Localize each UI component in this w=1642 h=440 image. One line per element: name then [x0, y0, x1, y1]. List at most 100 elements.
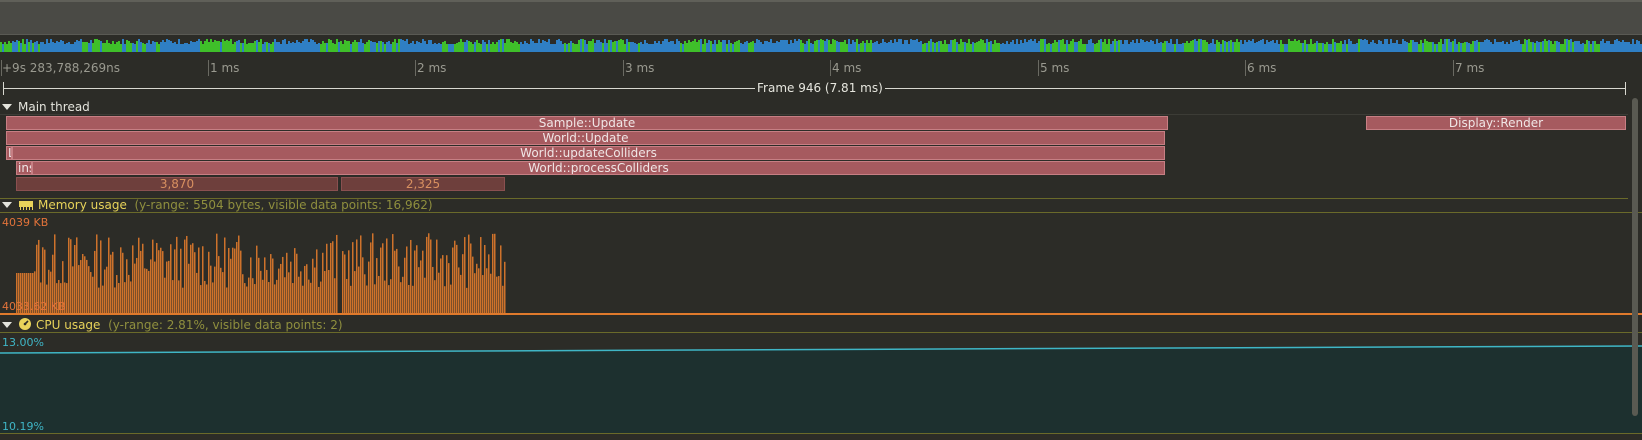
- frame-time-bar[interactable]: [424, 41, 426, 52]
- frame-time-bar[interactable]: [840, 42, 842, 52]
- frame-time-bar[interactable]: [618, 40, 620, 52]
- frame-time-bar[interactable]: [1174, 44, 1176, 52]
- frame-time-bar[interactable]: [1596, 44, 1598, 52]
- frame-time-bar[interactable]: [656, 43, 658, 52]
- frame-time-bar[interactable]: [268, 43, 270, 52]
- frame-time-bar[interactable]: [1238, 42, 1240, 52]
- frame-time-bar[interactable]: [600, 42, 602, 52]
- frame-time-bar[interactable]: [1010, 42, 1012, 52]
- frame-time-bar[interactable]: [620, 39, 622, 52]
- frame-time-bar[interactable]: [1354, 44, 1356, 52]
- frame-time-bar[interactable]: [156, 42, 158, 52]
- frame-time-bar[interactable]: [1454, 39, 1456, 52]
- frame-time-bar[interactable]: [370, 41, 372, 52]
- frame-time-bar[interactable]: [1154, 44, 1156, 52]
- frame-time-bar[interactable]: [136, 41, 138, 52]
- frame-time-bar[interactable]: [524, 41, 526, 52]
- frame-time-bar[interactable]: [862, 41, 864, 52]
- frame-time-bar[interactable]: [326, 43, 328, 52]
- frame-time-bar[interactable]: [174, 42, 176, 52]
- frame-time-bar[interactable]: [716, 44, 718, 52]
- frame-time-bar[interactable]: [976, 42, 978, 52]
- frame-time-bar[interactable]: [1406, 42, 1408, 52]
- frame-time-bar[interactable]: [1558, 42, 1560, 52]
- frame-time-bar[interactable]: [992, 44, 994, 52]
- frame-time-bar[interactable]: [856, 39, 858, 52]
- frame-time-bar[interactable]: [44, 44, 46, 52]
- frame-time-bar[interactable]: [206, 39, 208, 52]
- frame-time-bar[interactable]: [1064, 44, 1066, 52]
- frame-time-bar[interactable]: [466, 40, 468, 52]
- frame-time-bar[interactable]: [1378, 40, 1380, 52]
- frame-time-bar[interactable]: [1210, 43, 1212, 52]
- frame-time-bar[interactable]: [1286, 44, 1288, 52]
- frame-time-bar[interactable]: [1264, 44, 1266, 52]
- frame-time-bar[interactable]: [350, 44, 352, 52]
- frame-time-bar[interactable]: [664, 39, 666, 52]
- frame-time-bar[interactable]: [822, 40, 824, 52]
- frame-time-bar[interactable]: [996, 43, 998, 52]
- frame-time-bar[interactable]: [738, 40, 740, 52]
- frame-time-bar[interactable]: [1512, 42, 1514, 52]
- frame-time-bar[interactable]: [916, 39, 918, 52]
- frame-time-bar[interactable]: [574, 44, 576, 52]
- frame-time-bar[interactable]: [412, 41, 414, 52]
- frame-time-bar[interactable]: [448, 44, 450, 52]
- frame-time-bar[interactable]: [544, 41, 546, 52]
- frame-time-bar[interactable]: [1176, 39, 1178, 52]
- frame-time-bar[interactable]: [686, 43, 688, 52]
- frame-time-bar[interactable]: [1542, 41, 1544, 52]
- frame-time-bar[interactable]: [698, 40, 700, 52]
- frame-time-bar[interactable]: [1350, 41, 1352, 52]
- frame-time-bar[interactable]: [1576, 41, 1578, 52]
- frame-time-bar[interactable]: [338, 42, 340, 52]
- frame-time-bar[interactable]: [512, 43, 514, 52]
- frame-time-bar[interactable]: [800, 40, 802, 52]
- frame-time-bar[interactable]: [224, 41, 226, 52]
- frame-time-bar[interactable]: [240, 43, 242, 52]
- frame-time-bar[interactable]: [988, 42, 990, 52]
- frame-time-bar[interactable]: [518, 44, 520, 52]
- frame-time-bar[interactable]: [30, 40, 32, 52]
- frame-time-bar[interactable]: [950, 40, 952, 52]
- zone-world-processcolliders[interactable]: World::processColliders: [32, 161, 1165, 175]
- frame-time-bar[interactable]: [592, 39, 594, 52]
- frame-time-bar[interactable]: [1300, 43, 1302, 52]
- frame-time-bar[interactable]: [1016, 39, 1018, 52]
- frame-time-bar[interactable]: [1632, 39, 1634, 52]
- frame-time-bar[interactable]: [940, 41, 942, 52]
- frame-time-bar[interactable]: [1428, 42, 1430, 52]
- frame-time-bar[interactable]: [280, 44, 282, 52]
- frame-time-bar[interactable]: [1440, 39, 1442, 52]
- frame-time-bar[interactable]: [124, 44, 126, 52]
- frame-time-bar[interactable]: [828, 40, 830, 52]
- frame-time-bar[interactable]: [66, 43, 68, 52]
- frame-time-bar[interactable]: [770, 39, 772, 52]
- frame-time-bar[interactable]: [218, 41, 220, 52]
- frame-time-bar[interactable]: [1620, 42, 1622, 52]
- frame-time-bar[interactable]: [1498, 42, 1500, 52]
- frame-time-bar[interactable]: [120, 44, 122, 52]
- frame-time-bar[interactable]: [718, 40, 720, 52]
- frame-time-bar[interactable]: [420, 43, 422, 52]
- frame-time-bar[interactable]: [198, 39, 200, 52]
- frame-time-bar[interactable]: [1618, 41, 1620, 52]
- frame-time-bar[interactable]: [1270, 41, 1272, 52]
- frame-time-bar[interactable]: [60, 40, 62, 52]
- frame-time-bar[interactable]: [872, 43, 874, 52]
- frame-time-bar[interactable]: [1148, 42, 1150, 52]
- frame-time-bar[interactable]: [1278, 44, 1280, 52]
- frame-time-strip[interactable]: [0, 36, 1642, 52]
- frame-time-bar[interactable]: [1102, 42, 1104, 52]
- frame-time-bar[interactable]: [360, 39, 362, 52]
- frame-time-bar[interactable]: [1320, 43, 1322, 52]
- frame-time-bar[interactable]: [328, 39, 330, 52]
- frame-time-bar[interactable]: [728, 40, 730, 52]
- frame-time-bar[interactable]: [1356, 43, 1358, 52]
- frame-time-bar[interactable]: [566, 44, 568, 52]
- frame-time-bar[interactable]: [626, 39, 628, 52]
- frame-time-bar[interactable]: [1446, 39, 1448, 52]
- frame-time-bar[interactable]: [1552, 44, 1554, 52]
- frame-time-bar[interactable]: [1128, 44, 1130, 52]
- frame-time-bar[interactable]: [1476, 40, 1478, 52]
